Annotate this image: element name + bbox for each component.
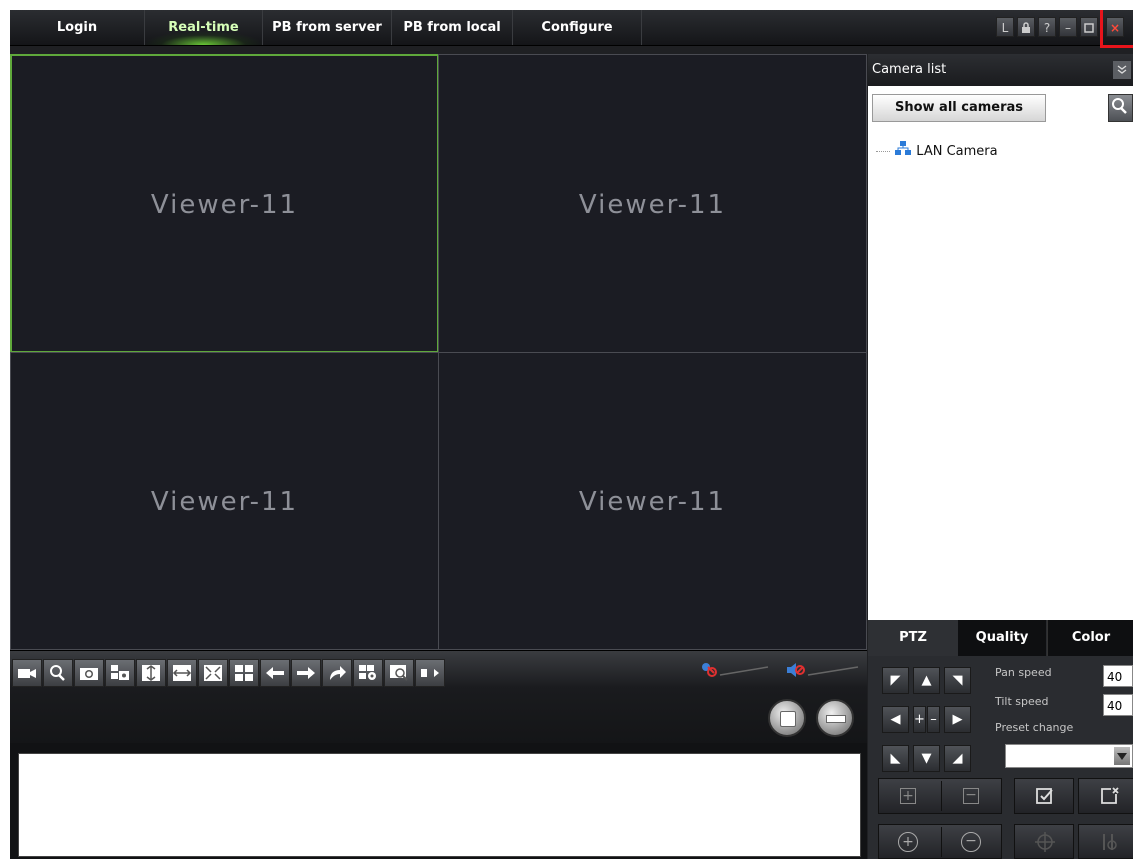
remove-button[interactable] [816, 699, 854, 737]
redo-arrow-icon[interactable] [322, 659, 352, 687]
tab-ptz[interactable]: PTZ [868, 620, 958, 656]
tree-item-label: LAN Camera [916, 144, 998, 159]
close-button-highlight [1100, 10, 1133, 48]
quad-layout-icon[interactable] [229, 659, 259, 687]
camera-list-panel: Camera list Show all cameras LAN Camera [868, 54, 1133, 620]
ptz-up-right-icon[interactable]: ◥ [944, 667, 971, 694]
camera-list-header: Camera list [868, 54, 1133, 86]
multi-snapshot-icon[interactable] [105, 659, 135, 687]
ptz-panel: PTZ Quality Color ◤ ▲ ◥ ◀ + – ▶ ◣ ▼ ◢ Pa… [868, 620, 1133, 859]
zoom-out-button[interactable]: – [927, 706, 940, 733]
video-grid: Viewer-11 Viewer-11 Viewer-11 Viewer-11 [10, 54, 867, 650]
fullscreen-icon[interactable] [198, 659, 228, 687]
ptz-down-left-icon[interactable]: ◣ [882, 745, 909, 772]
maximize-button[interactable] [1080, 17, 1098, 37]
microphone-volume-slider[interactable] [700, 661, 770, 679]
remove-preset-icon[interactable]: − [963, 788, 979, 804]
ptz-right-icon[interactable]: ▶ [944, 706, 971, 733]
preset-change-label: Preset change [995, 721, 1074, 734]
tab-color[interactable]: Color [1047, 620, 1133, 656]
show-all-cameras-button[interactable]: Show all cameras [872, 94, 1046, 122]
tab-login[interactable]: Login [10, 10, 145, 45]
video-toolbar [10, 650, 867, 744]
top-menu-bar: Login Real-time PB from server PB from l… [10, 10, 1133, 48]
layout-settings-icon[interactable] [353, 659, 383, 687]
tab-quality[interactable]: Quality [958, 620, 1046, 656]
search-icon[interactable] [43, 659, 73, 687]
viewer-watermark: Viewer-11 [578, 487, 727, 517]
aux-settings-button[interactable] [1078, 824, 1133, 859]
app-window: Login Real-time PB from server PB from l… [10, 10, 1133, 859]
pan-speed-label: Pan speed [995, 666, 1052, 679]
video-pane-1[interactable]: Viewer-11 [10, 54, 439, 353]
video-pane-4[interactable]: Viewer-11 [438, 352, 867, 650]
tab-pb-from-server[interactable]: PB from server [263, 10, 392, 45]
focus-in-icon[interactable]: + [898, 832, 918, 852]
speaker-volume-slider[interactable] [786, 661, 860, 679]
video-pane-3[interactable]: Viewer-11 [10, 352, 439, 650]
tab-pb-from-local[interactable]: PB from local [392, 10, 513, 45]
camera-list-title: Camera list [872, 62, 947, 77]
tree-item-lan-camera[interactable]: LAN Camera [876, 140, 998, 160]
zoom-window-icon[interactable] [384, 659, 414, 687]
video-pane-2[interactable]: Viewer-11 [438, 54, 867, 353]
record-camera-icon[interactable] [12, 659, 42, 687]
clear-preset-button[interactable] [1078, 778, 1133, 814]
lock-icon[interactable] [1017, 17, 1035, 37]
preset-buttons-group: + − [878, 778, 1002, 814]
lock-l-button[interactable]: L [996, 17, 1014, 37]
tab-configure[interactable]: Configure [513, 10, 642, 45]
ptz-up-left-icon[interactable]: ◤ [882, 667, 909, 694]
chevron-down-icon [1114, 747, 1130, 765]
stop-button[interactable] [768, 699, 806, 737]
collapse-chevron-icon[interactable] [1113, 61, 1131, 79]
log-box [18, 753, 861, 857]
network-icon [894, 140, 912, 163]
ptz-left-icon[interactable]: ◀ [882, 706, 909, 733]
help-button[interactable]: ? [1038, 17, 1056, 37]
camera-search-icon[interactable] [1108, 94, 1133, 122]
preset-dropdown[interactable] [1005, 744, 1133, 768]
minimize-button[interactable]: – [1059, 17, 1077, 37]
switch-stream-icon[interactable] [415, 659, 445, 687]
split-horizontal-icon[interactable] [167, 659, 197, 687]
focus-out-icon[interactable]: − [961, 832, 981, 852]
save-preset-button[interactable] [1014, 778, 1074, 814]
crosshair-button[interactable] [1014, 824, 1074, 859]
viewer-watermark: Viewer-11 [150, 189, 299, 220]
next-arrow-icon[interactable] [291, 659, 321, 687]
ptz-up-icon[interactable]: ▲ [913, 667, 940, 694]
tilt-speed-field[interactable]: 40 [1103, 694, 1133, 716]
ptz-down-icon[interactable]: ▼ [913, 745, 940, 772]
tab-real-time[interactable]: Real-time [145, 10, 263, 45]
pan-speed-field[interactable]: 40 [1103, 665, 1133, 687]
split-vertical-icon[interactable] [136, 659, 166, 687]
tilt-speed-label: Tilt speed [995, 695, 1049, 708]
add-preset-icon[interactable]: + [900, 788, 916, 804]
focus-buttons-group: + − [878, 824, 1002, 859]
snapshot-camera-icon[interactable] [74, 659, 104, 687]
viewer-watermark: Viewer-11 [578, 189, 727, 220]
ptz-down-right-icon[interactable]: ◢ [944, 745, 971, 772]
zoom-in-button[interactable]: + [913, 706, 926, 733]
viewer-watermark: Viewer-11 [150, 487, 299, 517]
previous-arrow-icon[interactable] [260, 659, 290, 687]
log-area [10, 743, 867, 859]
tree-connector [876, 151, 890, 152]
